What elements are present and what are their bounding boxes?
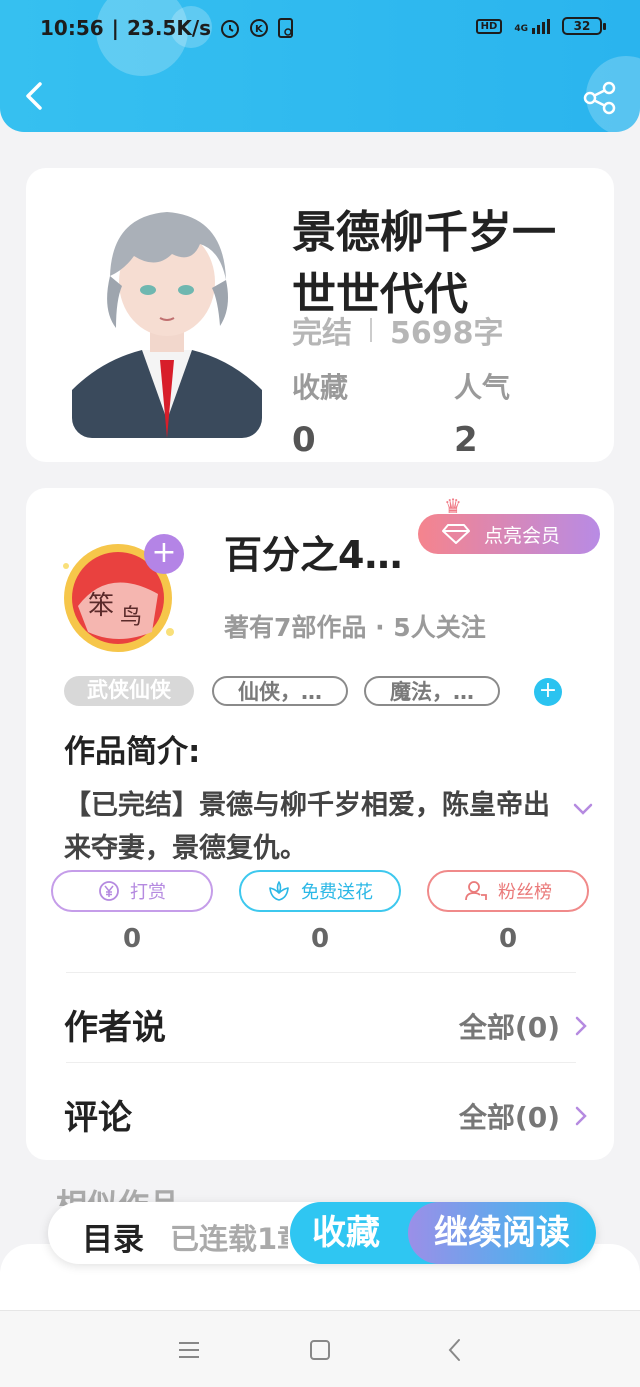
k-app-icon: K xyxy=(250,19,269,37)
continue-reading-button[interactable]: 继续阅读 xyxy=(408,1202,596,1264)
book-info-card: 景德柳千岁一世世代代 完结 5698字 收藏 人气 0 2 xyxy=(26,168,614,462)
back-nav-icon[interactable] xyxy=(440,1335,470,1365)
hd-badge: HD xyxy=(475,18,503,34)
flower-icon xyxy=(269,881,289,901)
svg-text:鸟: 鸟 xyxy=(120,605,142,630)
intro-heading: 作品简介: xyxy=(64,734,201,770)
popularity-label: 人气 xyxy=(454,371,511,404)
tip-count: 0 xyxy=(122,924,142,954)
fans-count: 0 xyxy=(498,924,518,954)
chevron-down-icon[interactable] xyxy=(572,798,594,820)
sim-icon xyxy=(278,18,294,38)
serial-status: 已连载1章 xyxy=(170,1222,288,1256)
tag-item[interactable]: 仙侠，… xyxy=(212,676,348,706)
status-bar-left: 10:56 | 23.5K/s K xyxy=(40,16,295,40)
tag-item[interactable]: 魔法，… xyxy=(364,676,500,706)
chevron-right-icon xyxy=(575,1106,587,1126)
status-bar-right: HD 4G 32 xyxy=(475,17,606,35)
meta-divider xyxy=(370,318,372,342)
divider xyxy=(66,1062,576,1063)
user-icon xyxy=(465,881,487,901)
fans-label: 粉丝榜 xyxy=(498,882,552,903)
follow-author-button[interactable]: + xyxy=(144,534,184,574)
send-flower-button[interactable]: 免费送花 xyxy=(239,870,401,912)
flower-count: 0 xyxy=(310,924,330,954)
back-icon[interactable] xyxy=(20,76,50,116)
vip-button-label: 点亮会员 xyxy=(484,524,561,547)
status-time: 10:56 xyxy=(40,16,104,40)
book-detail-card: 笨 鸟 + 百分之4… ♛ 点亮会员 著有7部作品 · 5人关注 武侠仙侠 仙侠… xyxy=(26,488,614,1160)
tip-label: 打赏 xyxy=(130,882,166,903)
home-icon[interactable] xyxy=(305,1335,335,1365)
status-speed: 23.5K/s xyxy=(126,16,212,40)
header: 10:56 | 23.5K/s K HD 4G 32 xyxy=(0,0,640,132)
tip-button[interactable]: 打赏 xyxy=(51,870,213,912)
share-icon[interactable] xyxy=(582,80,618,116)
battery-icon: 32 xyxy=(562,17,606,35)
toc-button[interactable]: 目录 xyxy=(82,1214,144,1259)
author-name[interactable]: 百分之4… xyxy=(224,524,402,579)
vip-button[interactable]: 点亮会员 xyxy=(418,514,600,554)
book-meta: 完结 5698字 xyxy=(292,308,504,352)
favorites-label: 收藏 xyxy=(292,371,349,404)
author-says-label: 作者说 xyxy=(64,1008,166,1048)
word-count: 5698字 xyxy=(390,316,504,351)
flower-label: 免费送花 xyxy=(301,882,373,903)
add-tag-button[interactable]: + xyxy=(534,678,562,706)
svg-text:笨: 笨 xyxy=(88,591,114,621)
diamond-icon xyxy=(442,524,470,544)
author-stats: 著有7部作品 · 5人关注 xyxy=(224,613,486,642)
book-status: 完结 xyxy=(292,316,352,351)
fans-rank-button[interactable]: 粉丝榜 xyxy=(427,870,589,912)
svg-text:K: K xyxy=(255,24,264,35)
divider xyxy=(66,972,576,973)
alarm-icon xyxy=(221,20,240,38)
system-navigation-bar xyxy=(0,1310,640,1387)
book-cover[interactable] xyxy=(72,190,262,438)
comments-link[interactable]: 全部(0) xyxy=(459,1096,588,1136)
comments-all: 全部(0) xyxy=(458,1101,560,1134)
yen-icon xyxy=(99,881,119,901)
comments-label: 评论 xyxy=(64,1098,132,1138)
tag-category[interactable]: 武侠仙侠 xyxy=(64,676,194,706)
signal-label: 4G xyxy=(514,23,528,34)
bottom-action-bar: 目录 已连载1章 收藏 继续阅读 xyxy=(48,1202,596,1264)
popularity-value: 2 xyxy=(454,420,478,460)
intro-text: 【已完结】景德与柳千岁相爱，陈皇帝出来夺妻，景德复仇。 xyxy=(64,790,550,864)
status-separator: | xyxy=(111,16,119,40)
chevron-right-icon xyxy=(575,1016,587,1036)
author-says-all: 全部(0) xyxy=(458,1011,560,1044)
signal-icon: 4G xyxy=(514,18,550,34)
menu-icon[interactable] xyxy=(174,1335,204,1365)
author-says-link[interactable]: 全部(0) xyxy=(459,1006,588,1046)
favorites-value: 0 xyxy=(292,420,316,460)
